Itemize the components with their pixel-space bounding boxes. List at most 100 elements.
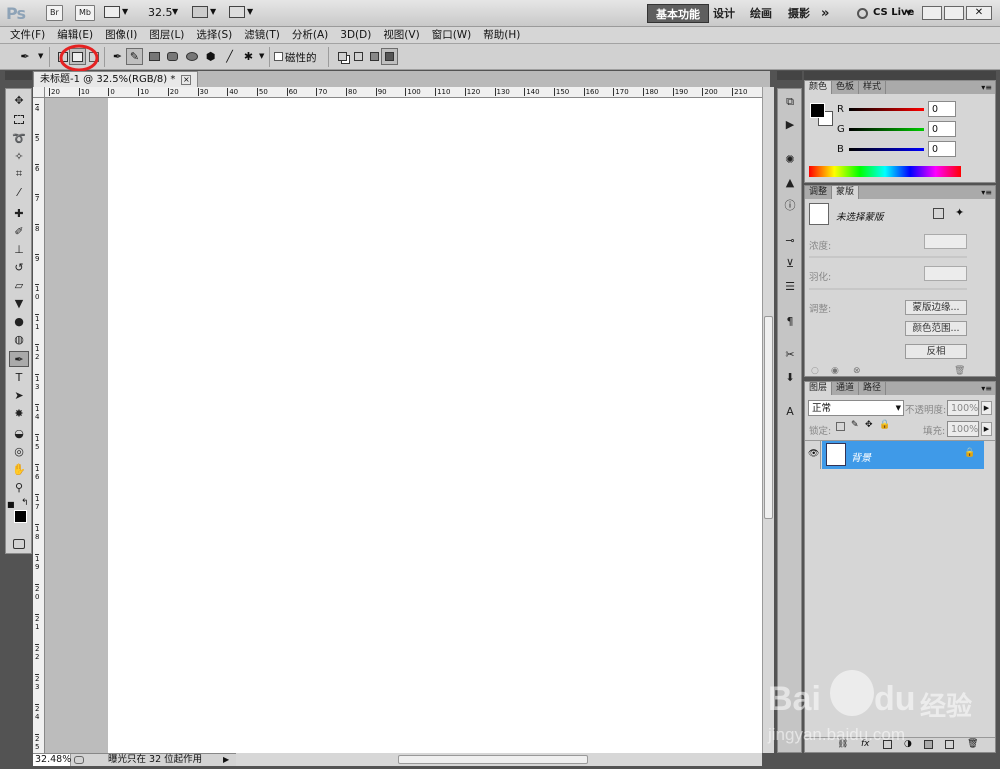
brushes-panel-icon[interactable]: ✂ xyxy=(781,346,799,362)
mask-thumbnail[interactable] xyxy=(809,203,829,225)
rectangle-shape-icon[interactable] xyxy=(146,48,163,65)
ruler-origin[interactable] xyxy=(33,87,45,98)
path-selection-tool-icon[interactable]: ➤ xyxy=(9,387,29,403)
chevron-down-icon[interactable]: ▼ xyxy=(906,9,911,17)
delete-mask-icon[interactable]: 🗑 xyxy=(954,366,965,376)
close-window-button[interactable]: ✕ xyxy=(966,6,992,20)
chevron-down-icon[interactable]: ▼ xyxy=(38,52,43,60)
path-add-icon[interactable] xyxy=(334,48,351,65)
pen-tool-icon[interactable]: ✒ xyxy=(9,351,29,367)
layer-visibility-toggle[interactable]: 👁 xyxy=(805,441,821,469)
tab-swatches[interactable]: 色板 xyxy=(832,81,860,94)
brush-presets-icon[interactable]: ⊸ xyxy=(781,232,799,248)
lock-all-icon[interactable]: 🔒 xyxy=(879,420,890,430)
new-group-icon[interactable] xyxy=(924,740,933,749)
tab-color[interactable]: 颜色 xyxy=(805,81,833,94)
custom-shape-tool-icon[interactable]: ✸ xyxy=(9,405,29,421)
eraser-tool-icon[interactable]: ▱ xyxy=(9,277,29,293)
move-tool-icon[interactable]: ✥ xyxy=(9,92,29,108)
workspace-painting[interactable]: 绘画 xyxy=(742,4,780,23)
layer-row-background[interactable]: 背景 🔒 xyxy=(822,441,984,469)
channel-r-slider[interactable] xyxy=(849,108,924,111)
mask-edge-button[interactable]: 蒙版边缘... xyxy=(905,300,967,315)
eyedropper-tool-icon[interactable]: ⁄ xyxy=(9,184,29,200)
channel-g-value[interactable]: 0 xyxy=(928,121,956,137)
pen-tool-preset-icon[interactable]: ✒ xyxy=(13,48,37,65)
close-tab-icon[interactable]: × xyxy=(181,74,192,85)
chevron-down-icon[interactable]: ▼ xyxy=(210,7,216,16)
menu-help[interactable]: 帮助(H) xyxy=(477,27,526,44)
ellipse-shape-icon[interactable] xyxy=(183,48,200,65)
document-canvas[interactable] xyxy=(108,98,762,753)
menu-layer[interactable]: 图层(L) xyxy=(143,27,190,44)
bridge-button[interactable]: Br xyxy=(46,5,63,21)
channel-b-slider[interactable] xyxy=(849,148,924,151)
chevron-down-icon[interactable]: ▼ xyxy=(172,7,178,16)
3d-orbit-tool-icon[interactable]: ◎ xyxy=(9,443,29,459)
dodge-tool-icon[interactable]: ◍ xyxy=(9,331,29,347)
swap-colors-icon[interactable]: ↰ xyxy=(21,498,29,508)
channel-r-value[interactable]: 0 xyxy=(928,101,956,117)
quick-selection-tool-icon[interactable]: ✧ xyxy=(9,148,29,164)
delete-layer-icon[interactable]: 🗑 xyxy=(967,739,978,749)
chevron-down-icon[interactable]: ▼ xyxy=(259,52,264,60)
histogram-panel-icon[interactable]: ▲ xyxy=(781,174,799,190)
opacity-field[interactable]: 100% xyxy=(947,400,979,416)
3d-panel-icon[interactable]: ✺ xyxy=(781,151,799,167)
fill-arrow-icon[interactable]: ▶ xyxy=(981,422,992,436)
default-colors-icon[interactable]: ■ xyxy=(7,500,15,509)
panels-collapse-bar[interactable] xyxy=(804,71,996,80)
lock-position-icon[interactable]: ✥ xyxy=(865,420,873,430)
disable-mask-icon[interactable]: ⊗ xyxy=(853,366,861,376)
horizontal-scroll-thumb[interactable] xyxy=(398,755,588,764)
color-spectrum-bar[interactable] xyxy=(809,166,961,177)
add-mask-icon[interactable] xyxy=(883,740,892,749)
fill-pixels-icon[interactable] xyxy=(85,48,102,65)
lock-image-icon[interactable]: ✎ xyxy=(851,420,859,430)
rounded-rectangle-icon[interactable] xyxy=(164,48,181,65)
color-foreground-swatch[interactable] xyxy=(810,103,825,118)
blend-mode-select[interactable]: 正常 ▼ xyxy=(808,400,904,416)
clone-stamp-tool-icon[interactable]: ⊥ xyxy=(9,241,29,257)
hand-tool-icon[interactable]: ✋ xyxy=(9,461,29,477)
menu-edit[interactable]: 编辑(E) xyxy=(51,27,99,44)
lasso-tool-icon[interactable]: ➰ xyxy=(9,130,29,146)
vector-mask-icon[interactable]: ✦ xyxy=(955,206,964,219)
history-panel-icon[interactable]: ⧉ xyxy=(781,94,799,110)
vertical-scrollbar[interactable] xyxy=(762,87,774,753)
chevron-down-icon[interactable]: ▼ xyxy=(122,7,128,16)
tab-adjustments[interactable]: 调整 xyxy=(805,186,833,199)
polygon-shape-icon[interactable]: ⬢ xyxy=(202,48,219,65)
panel-menu-icon[interactable]: ▾≡ xyxy=(981,83,992,92)
color-range-button[interactable]: 颜色范围... xyxy=(905,321,967,336)
paths-mode-icon[interactable] xyxy=(69,48,86,65)
menu-image[interactable]: 图像(I) xyxy=(99,27,143,44)
dock-collapse-bar[interactable] xyxy=(777,71,802,80)
path-subtract-icon[interactable] xyxy=(350,48,367,65)
tab-channels[interactable]: 通道 xyxy=(832,382,860,395)
clone-source-icon[interactable]: ⊻ xyxy=(781,255,799,271)
path-exclude-icon[interactable] xyxy=(381,48,398,65)
add-layer-style-icon[interactable]: fx xyxy=(861,739,870,749)
menu-view[interactable]: 视图(V) xyxy=(377,27,425,44)
status-preview-icon[interactable] xyxy=(74,756,84,764)
menu-window[interactable]: 窗口(W) xyxy=(426,27,478,44)
paragraph-panel-icon[interactable]: ¶ xyxy=(781,313,799,329)
crop-tool-icon[interactable]: ⌗ xyxy=(9,166,29,182)
lock-transparent-icon[interactable] xyxy=(836,422,845,431)
apply-mask-icon[interactable]: ◉ xyxy=(831,366,839,376)
foreground-color-swatch[interactable] xyxy=(14,510,27,523)
info-panel-icon[interactable]: ⓘ xyxy=(781,197,799,213)
tab-styles[interactable]: 样式 xyxy=(859,81,887,94)
zoom-readout[interactable]: 32.48% xyxy=(33,754,71,766)
channel-b-value[interactable]: 0 xyxy=(928,141,956,157)
tab-masks[interactable]: 蒙版 xyxy=(832,186,860,199)
tab-paths[interactable]: 路径 xyxy=(859,382,887,395)
status-menu-arrow-icon[interactable]: ▶ xyxy=(223,754,229,766)
pen-icon[interactable]: ✒ xyxy=(109,48,126,65)
zoom-level-dropdown[interactable]: 32.5 xyxy=(148,6,173,19)
workspace-essentials[interactable]: 基本功能 xyxy=(647,4,709,23)
custom-shape-icon[interactable]: ✱ xyxy=(240,48,257,65)
history-brush-tool-icon[interactable]: ↺ xyxy=(9,259,29,275)
load-selection-icon[interactable]: ○ xyxy=(811,366,819,376)
